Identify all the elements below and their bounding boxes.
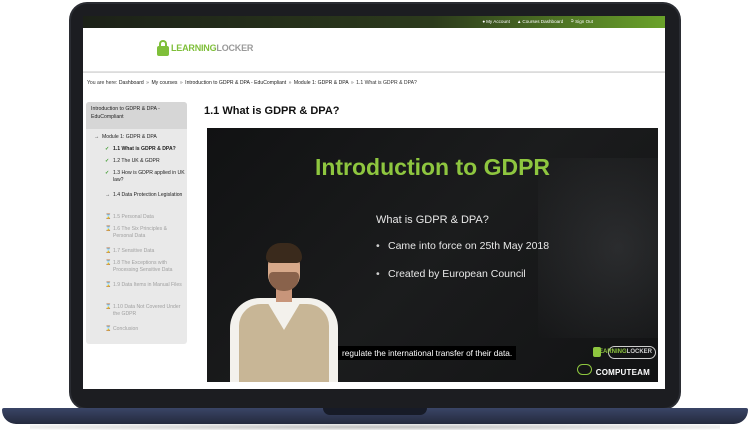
sidebar-item-module-1[interactable]: → Module 1: GDPR & DPA [94,134,184,141]
screen: ● My Account ▲ Courses Dashboard ➲ Sign … [83,16,665,389]
sidebar-item-1-1[interactable]: ✓ 1.1 What is GDPR & DPA? [105,146,185,153]
breadcrumb-course[interactable]: Introduction to GDPR & DPA - EduComplian… [185,80,286,86]
computeam-cloud-icon [577,364,592,375]
breadcrumb-dashboard[interactable]: Dashboard [119,80,144,86]
logo-text-locker: LOCKER [216,43,254,53]
hourglass-icon: ⌛ [105,282,112,288]
hourglass-icon: ⌛ [105,248,112,254]
my-account-link[interactable]: ● My Account [482,18,510,24]
video-title: Introduction to GDPR [314,154,551,180]
graduation-cap-icon: ▲ [516,18,522,24]
breadcrumb-separator: » [179,80,183,86]
padlock-icon [157,40,169,56]
sidebar-item-1-8[interactable]: ⌛ 1.8 The Exceptions with Processing Sen… [105,260,185,275]
video-learning-locker-logo: LEARNINGLOCKER [595,349,652,355]
bullet-icon: • [376,268,380,280]
hourglass-icon: ⌛ [105,226,112,232]
sidebar-course-title[interactable]: Introduction to GDPR & DPA - EduComplian… [86,102,187,129]
hourglass-icon: ⌛ [105,260,112,266]
site-header: LEARNINGLOCKER [83,28,665,72]
laptop-notch [323,408,427,415]
video-subtitle: What is GDPR & DPA? [376,214,489,226]
arrow-right-icon: → [94,134,100,140]
sidebar-item-label: 1.1 What is GDPR & DPA? [113,146,176,152]
video-bullet-text: Came into force on 25th May 2018 [388,240,550,252]
bullet-icon: • [376,240,380,252]
logo-text: LEARNINGLOCKER [171,43,253,53]
sign-out-label: Sign Out [575,18,593,24]
check-icon: ✓ [105,158,110,164]
sidebar-item-1-5[interactable]: ⌛ 1.5 Personal Data [105,214,185,221]
course-sidebar: Introduction to GDPR & DPA - EduComplian… [86,102,187,344]
sidebar-item-1-4[interactable]: → 1.4 Data Protection Legislation [105,192,185,199]
lesson-title: 1.1 What is GDPR & DPA? [204,105,340,117]
top-bar: ● My Account ▲ Courses Dashboard ➲ Sign … [83,16,665,28]
sidebar-item-label: 1.3 How is GDPR applied in UK law? [113,170,185,184]
hourglass-icon: ⌛ [105,326,112,332]
video-logo-locker: LOCKER [626,349,652,355]
presenter-figure [217,240,347,382]
breadcrumb-current: 1.1 What is GDPR & DPA? [356,80,417,86]
sidebar-item-label: 1.9 Data Items in Manual Files [113,282,182,288]
sidebar-item-label: 1.6 The Six Principles & Personal Data [113,226,167,240]
sidebar-item-label: 1.10 Data Not Covered Under the GDPR [113,304,181,318]
video-bullet: • Created by European Council [376,268,526,280]
breadcrumb-module[interactable]: Module 1: GDPR & DPA [294,80,349,86]
sidebar-item-1-10[interactable]: ⌛ 1.10 Data Not Covered Under the GDPR [105,304,185,319]
sidebar-item-1-3[interactable]: ✓ 1.3 How is GDPR applied in UK law? [105,170,185,185]
video-bullet-text: Created by European Council [388,268,526,280]
sign-out-link[interactable]: ➲ Sign Out [570,18,593,24]
computeam-logo: COMPUTEAM [595,368,650,377]
hourglass-icon: ⌛ [105,214,112,220]
breadcrumb: You are here: Dashboard » My courses » I… [87,80,417,86]
top-nav: ● My Account ▲ Courses Dashboard ➲ Sign … [482,18,593,24]
hourglass-icon: ⌛ [105,304,112,310]
breadcrumb-separator: » [350,80,354,86]
video-logo-learning: LEARNING [595,349,627,355]
sidebar-item-label: 1.2 The UK & GDPR [113,158,160,164]
sidebar-item-1-9[interactable]: ⌛ 1.9 Data Items in Manual Files [105,282,185,289]
check-icon: ✓ [105,170,110,176]
video-caption: regulate the international transfer of t… [338,346,517,360]
sidebar-item-label: 1.4 Data Protection Legislation [113,192,183,198]
sidebar-item-label: 1.7 Sensitive Data [113,248,155,254]
sidebar-item-label: Conclusion [113,326,139,332]
breadcrumb-prefix: You are here: [87,80,118,86]
sidebar-item-1-7[interactable]: ⌛ 1.7 Sensitive Data [105,248,185,255]
courses-dashboard-label: Courses Dashboard [522,18,564,24]
my-account-label: My Account [486,18,510,24]
sidebar-item-label: Module 1: GDPR & DPA [102,134,157,140]
breadcrumb-my-courses[interactable]: My courses [151,80,177,86]
sidebar-item-1-2[interactable]: ✓ 1.2 The UK & GDPR [105,158,185,165]
laptop-shadow [30,424,720,430]
check-icon: ✓ [105,146,110,152]
user-icon: ● [482,18,486,24]
breadcrumb-separator: » [288,80,292,86]
logo-text-learning: LEARNING [171,43,217,53]
sidebar-item-label: 1.8 The Exceptions with Processing Sensi… [113,260,173,274]
video-background-glow [538,158,658,338]
sidebar-item-1-6[interactable]: ⌛ 1.6 The Six Principles & Personal Data [105,226,185,241]
arrow-right-icon: → [105,192,111,198]
video-bullet: • Came into force on 25th May 2018 [376,240,549,252]
sidebar-item-conclusion[interactable]: ⌛ Conclusion [105,326,185,333]
breadcrumb-separator: » [146,80,150,86]
sidebar-item-label: 1.5 Personal Data [113,214,154,220]
courses-dashboard-link[interactable]: ▲ Courses Dashboard [517,18,563,24]
sign-out-icon: ➲ [570,18,575,23]
header-divider [83,72,665,73]
learning-locker-logo[interactable]: LEARNINGLOCKER [157,37,253,56]
lesson-video-player[interactable]: Introduction to GDPR What is GDPR & DPA?… [207,128,658,382]
